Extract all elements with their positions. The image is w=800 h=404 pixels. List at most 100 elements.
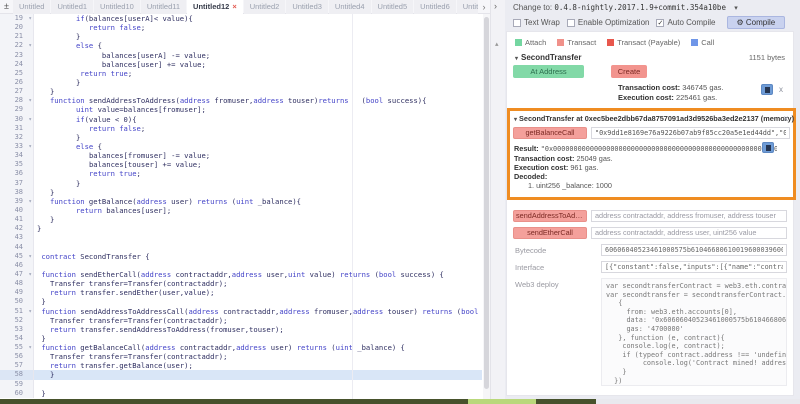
code-line-51[interactable]: 51 ▾ function sendAddressToAddressCall(ad… <box>0 306 482 316</box>
tab-untitled2[interactable]: Untitled2 <box>243 0 286 14</box>
tab-untitled4[interactable]: Untitled4 <box>328 0 371 14</box>
bottom-scrollbar-thumb[interactable] <box>468 399 536 404</box>
fold-arrow-icon[interactable]: ▾ <box>28 270 32 279</box>
code-line-27[interactable]: 27 } <box>0 87 482 97</box>
code-line-48[interactable]: 48 Transfer transfer=Transfer(contractad… <box>0 279 482 289</box>
code-line-35[interactable]: 35 balances[touser] += value; <box>0 160 482 170</box>
code-line-42[interactable]: 42} <box>0 224 482 234</box>
publish-icon[interactable]: ± <box>0 0 13 13</box>
send-ether-call-input[interactable] <box>591 227 787 239</box>
code-line-60[interactable]: 60 } <box>0 388 482 398</box>
send-address-to-address-call-input[interactable] <box>591 210 787 222</box>
code-line-30[interactable]: 30 ▾ if(value < 0){ <box>0 114 482 124</box>
compile-button[interactable]: ⚙ Compile <box>726 16 786 29</box>
code-line-46[interactable]: 46 <box>0 260 482 270</box>
code-line-59[interactable]: 59 <box>0 379 482 389</box>
code-line-25[interactable]: 25 return true; <box>0 68 482 78</box>
tab-untitled10[interactable]: Untitled10 <box>94 0 140 14</box>
code-line-47[interactable]: 47 ▾ function sendEtherCall(address contr… <box>0 269 482 280</box>
line-number: 23 <box>0 50 34 60</box>
collapse-caret-icon[interactable]: ▾ <box>515 56 518 62</box>
code-line-31[interactable]: 31 return false; <box>0 123 482 133</box>
code-line-53[interactable]: 53 return transfer.sendAddressToAddress(… <box>0 324 482 334</box>
compiler-version-select[interactable]: 0.4.8-nightly.2017.1.9+commit.354a10be <box>554 3 726 12</box>
instance-header[interactable]: ▾ SecondTransfer at 0xec5bee2dbb67da87570… <box>514 114 794 123</box>
collapse-caret-icon[interactable]: ▾ <box>514 117 517 123</box>
code-editor[interactable]: 19 ▾ if(balances[userA]< value){20 return… <box>0 14 482 399</box>
code-line-39[interactable]: 39 ▾ function getBalance(address user) re… <box>0 196 482 206</box>
panel-divider[interactable]: › ▴ <box>490 0 505 399</box>
code-line-49[interactable]: 49 return transfer.sendEther(user,value)… <box>0 288 482 298</box>
tab-overflow-arrow-icon[interactable]: › <box>478 2 490 12</box>
code-line-41[interactable]: 41 } <box>0 215 482 225</box>
code-line-36[interactable]: 36 return true; <box>0 169 482 179</box>
scrollbar-thumb[interactable] <box>484 17 489 389</box>
code-line-23[interactable]: 23 balances[userA] -= value; <box>0 50 482 60</box>
interface-input[interactable] <box>601 261 787 273</box>
code-line-43[interactable]: 43 <box>0 233 482 243</box>
text-wrap-checkbox[interactable] <box>513 18 521 27</box>
code-line-40[interactable]: 40 return balances[user]; <box>0 205 482 216</box>
fold-arrow-icon[interactable]: ▾ <box>28 14 32 23</box>
fold-arrow-icon[interactable]: ▾ <box>28 41 32 50</box>
editor-vertical-scrollbar[interactable] <box>483 14 490 399</box>
tab-untitled5[interactable]: Untitled5 <box>371 0 414 14</box>
expand-panel-icon[interactable]: › <box>494 1 497 11</box>
code-line-20[interactable]: 20 return false; <box>0 23 482 33</box>
code-line-24[interactable]: 24 balances[user] += value; <box>0 59 482 69</box>
code-line-28[interactable]: 28 ▾ function sendAddressToAddress(addres… <box>0 96 482 106</box>
code-line-56[interactable]: 56 Transfer transfer=Transfer(contractad… <box>0 352 482 362</box>
code-line-58[interactable]: 58 } <box>0 370 482 380</box>
get-balance-call-button[interactable]: getBalanceCall <box>513 127 587 139</box>
send-address-to-address-call-button[interactable]: sendAddressToAdd... <box>513 210 587 222</box>
code-line-34[interactable]: 34 balances[fromuser] -= value; <box>0 151 482 161</box>
code-line-22[interactable]: 22 ▾ else { <box>0 41 482 51</box>
code-line-54[interactable]: 54 } <box>0 333 482 344</box>
code-line-45[interactable]: 45 ▾ contract SecondTransfer { <box>0 251 482 261</box>
code-line-29[interactable]: 29 uint value=balances[fromuser]; <box>0 105 482 115</box>
auto-compile-checkbox[interactable]: ✓ <box>656 18 665 27</box>
tab-untitled11[interactable]: Untitled11 <box>140 0 187 14</box>
send-ether-call-button[interactable]: sendEtherCall <box>513 227 587 239</box>
code-line-21[interactable]: 21 } <box>0 32 482 42</box>
instance-close-icon[interactable]: x <box>784 114 788 123</box>
get-balance-call-input[interactable] <box>591 127 790 139</box>
tab-untitled7[interactable]: Untitled7 <box>456 0 478 14</box>
code-line-33[interactable]: 33 ▾ else { <box>0 141 482 152</box>
tab-untitled1[interactable]: Untitled1 <box>51 0 94 14</box>
chevron-down-icon[interactable]: ▾ <box>734 5 738 12</box>
result-details-button[interactable] <box>762 142 774 153</box>
code-line-37[interactable]: 37 } <box>0 178 482 188</box>
close-icon[interactable]: x <box>779 85 783 94</box>
scroll-up-icon[interactable]: ▴ <box>495 40 499 48</box>
create-button[interactable]: Create <box>611 65 647 78</box>
details-button[interactable] <box>761 84 773 95</box>
code-line-55[interactable]: 55 ▾ function getBalanceCall(address cont… <box>0 343 482 353</box>
fold-arrow-icon[interactable]: ▾ <box>28 252 32 261</box>
bytecode-input[interactable] <box>601 244 787 256</box>
fold-arrow-icon[interactable]: ▾ <box>28 197 32 206</box>
enable-optimization-checkbox[interactable] <box>566 18 575 27</box>
fold-arrow-icon[interactable]: ▾ <box>28 96 32 105</box>
code-line-38[interactable]: 38 } <box>0 187 482 197</box>
tab-untitled6[interactable]: Untitled6 <box>414 0 456 14</box>
code-line-26[interactable]: 26 } <box>0 77 482 88</box>
code-line-44[interactable]: 44 <box>0 242 482 252</box>
code-text: contract SecondTransfer { <box>41 251 150 261</box>
code-line-52[interactable]: 52 Transfer transfer=Transfer(contractad… <box>0 315 482 325</box>
fold-arrow-icon[interactable]: ▾ <box>28 115 32 124</box>
fold-arrow-icon[interactable]: ▾ <box>28 343 32 352</box>
code-line-50[interactable]: 50 } <box>0 297 482 307</box>
tab-untitled12[interactable]: Untitled12 × <box>187 0 243 14</box>
code-line-57[interactable]: 57 return transfer.getBalance(user); <box>0 361 482 371</box>
web3-deploy-code[interactable]: var secondtransferContract = web3.eth.co… <box>601 278 787 386</box>
code-line-32[interactable]: 32 } <box>0 132 482 142</box>
code-line-19[interactable]: 19 ▾ if(balances[userA]< value){ <box>0 14 482 24</box>
tab-untitled3[interactable]: Untitled3 <box>286 0 328 14</box>
tab-untitled[interactable]: Untitled <box>13 0 51 14</box>
fold-arrow-icon[interactable]: ▾ <box>28 142 32 151</box>
tab-close-icon[interactable]: × <box>232 2 236 11</box>
at-address-button[interactable]: At Address <box>513 65 584 78</box>
contract-header[interactable]: ▾ SecondTransfer <box>515 53 581 62</box>
fold-arrow-icon[interactable]: ▾ <box>28 307 32 316</box>
